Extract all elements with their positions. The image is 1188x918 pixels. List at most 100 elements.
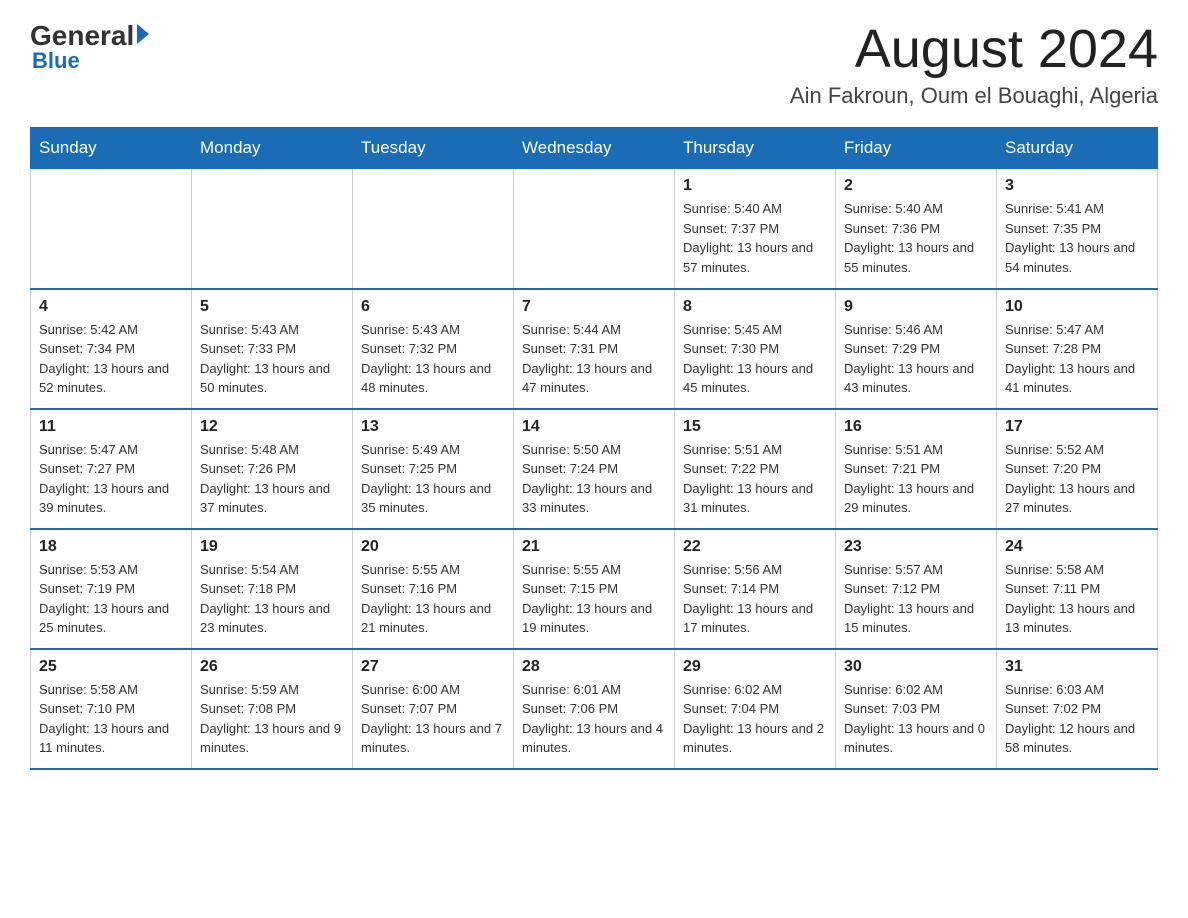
day-info: Sunrise: 5:52 AM Sunset: 7:20 PM Dayligh… bbox=[1005, 440, 1149, 518]
day-cell: 14 Sunrise: 5:50 AM Sunset: 7:24 PM Dayli… bbox=[514, 409, 675, 529]
week-row-5: 25Sunrise: 5:58 AM Sunset: 7:10 PM Dayli… bbox=[31, 649, 1158, 769]
day-cell: 22Sunrise: 5:56 AM Sunset: 7:14 PM Dayli… bbox=[675, 529, 836, 649]
day-number: 5 bbox=[200, 298, 344, 316]
header-sunday: Sunday bbox=[31, 128, 192, 169]
day-number: 4 bbox=[39, 298, 183, 316]
day-cell: 3Sunrise: 5:41 AM Sunset: 7:35 PM Daylig… bbox=[997, 169, 1158, 289]
day-number: 12 bbox=[200, 418, 344, 436]
day-info: Sunrise: 5:48 AM Sunset: 7:26 PM Dayligh… bbox=[200, 440, 344, 518]
week-row-4: 18 Sunrise: 5:53 AM Sunset: 7:19 PM Dayli… bbox=[31, 529, 1158, 649]
day-number: 13 bbox=[361, 418, 505, 436]
day-info: Sunrise: 5:44 AM Sunset: 7:31 PM Dayligh… bbox=[522, 320, 666, 398]
page-header: General Blue August 2024 Ain Fakroun, Ou… bbox=[30, 20, 1158, 109]
day-info: Sunrise: 5:57 AM Sunset: 7:12 PM Dayligh… bbox=[844, 560, 988, 638]
day-cell: 17 Sunrise: 5:52 AM Sunset: 7:20 PM Dayli… bbox=[997, 409, 1158, 529]
header-wednesday: Wednesday bbox=[514, 128, 675, 169]
day-info: Sunrise: 5:51 AM Sunset: 7:21 PM Dayligh… bbox=[844, 440, 988, 518]
day-cell: 1 Sunrise: 5:40 AM Sunset: 7:37 PM Daylig… bbox=[675, 169, 836, 289]
day-cell: 2 Sunrise: 5:40 AM Sunset: 7:36 PM Daylig… bbox=[836, 169, 997, 289]
header-monday: Monday bbox=[192, 128, 353, 169]
day-info: Sunrise: 5:55 AM Sunset: 7:15 PM Dayligh… bbox=[522, 560, 666, 638]
day-info: Sunrise: 5:53 AM Sunset: 7:19 PM Dayligh… bbox=[39, 560, 183, 638]
day-info: Sunrise: 5:51 AM Sunset: 7:22 PM Dayligh… bbox=[683, 440, 827, 518]
day-number: 1 bbox=[683, 177, 827, 195]
day-cell: 27 Sunrise: 6:00 AM Sunset: 7:07 PM Dayli… bbox=[353, 649, 514, 769]
day-cell: 19 Sunrise: 5:54 AM Sunset: 7:18 PM Dayli… bbox=[192, 529, 353, 649]
day-info: Sunrise: 5:55 AM Sunset: 7:16 PM Dayligh… bbox=[361, 560, 505, 638]
day-number: 24 bbox=[1005, 538, 1149, 556]
day-number: 30 bbox=[844, 658, 988, 676]
day-cell: 7 Sunrise: 5:44 AM Sunset: 7:31 PM Daylig… bbox=[514, 289, 675, 409]
calendar-table: SundayMondayTuesdayWednesdayThursdayFrid… bbox=[30, 127, 1158, 770]
day-cell: 6 Sunrise: 5:43 AM Sunset: 7:32 PM Daylig… bbox=[353, 289, 514, 409]
day-info: Sunrise: 5:43 AM Sunset: 7:33 PM Dayligh… bbox=[200, 320, 344, 398]
day-info: Sunrise: 5:40 AM Sunset: 7:36 PM Dayligh… bbox=[844, 199, 988, 277]
day-number: 18 bbox=[39, 538, 183, 556]
day-number: 27 bbox=[361, 658, 505, 676]
day-cell: 21 Sunrise: 5:55 AM Sunset: 7:15 PM Dayli… bbox=[514, 529, 675, 649]
title-block: August 2024 Ain Fakroun, Oum el Bouaghi,… bbox=[790, 20, 1158, 109]
day-number: 26 bbox=[200, 658, 344, 676]
day-info: Sunrise: 5:47 AM Sunset: 7:27 PM Dayligh… bbox=[39, 440, 183, 518]
day-info: Sunrise: 6:02 AM Sunset: 7:03 PM Dayligh… bbox=[844, 680, 988, 758]
day-number: 23 bbox=[844, 538, 988, 556]
day-number: 28 bbox=[522, 658, 666, 676]
day-number: 20 bbox=[361, 538, 505, 556]
day-info: Sunrise: 5:56 AM Sunset: 7:14 PM Dayligh… bbox=[683, 560, 827, 638]
day-info: Sunrise: 5:54 AM Sunset: 7:18 PM Dayligh… bbox=[200, 560, 344, 638]
day-cell: 20 Sunrise: 5:55 AM Sunset: 7:16 PM Dayli… bbox=[353, 529, 514, 649]
day-cell: 24 Sunrise: 5:58 AM Sunset: 7:11 PM Dayli… bbox=[997, 529, 1158, 649]
day-info: Sunrise: 5:43 AM Sunset: 7:32 PM Dayligh… bbox=[361, 320, 505, 398]
day-info: Sunrise: 6:03 AM Sunset: 7:02 PM Dayligh… bbox=[1005, 680, 1149, 758]
day-cell bbox=[514, 169, 675, 289]
day-cell: 30 Sunrise: 6:02 AM Sunset: 7:03 PM Dayli… bbox=[836, 649, 997, 769]
day-cell: 11Sunrise: 5:47 AM Sunset: 7:27 PM Dayli… bbox=[31, 409, 192, 529]
day-cell: 4Sunrise: 5:42 AM Sunset: 7:34 PM Daylig… bbox=[31, 289, 192, 409]
day-cell: 8 Sunrise: 5:45 AM Sunset: 7:30 PM Daylig… bbox=[675, 289, 836, 409]
day-number: 17 bbox=[1005, 418, 1149, 436]
day-number: 2 bbox=[844, 177, 988, 195]
week-row-1: 1 Sunrise: 5:40 AM Sunset: 7:37 PM Daylig… bbox=[31, 169, 1158, 289]
day-info: Sunrise: 5:47 AM Sunset: 7:28 PM Dayligh… bbox=[1005, 320, 1149, 398]
day-cell: 29Sunrise: 6:02 AM Sunset: 7:04 PM Dayli… bbox=[675, 649, 836, 769]
logo-blue-text: Blue bbox=[32, 48, 80, 74]
day-info: Sunrise: 5:45 AM Sunset: 7:30 PM Dayligh… bbox=[683, 320, 827, 398]
month-title: August 2024 bbox=[790, 20, 1158, 79]
day-cell: 31Sunrise: 6:03 AM Sunset: 7:02 PM Dayli… bbox=[997, 649, 1158, 769]
day-cell: 16Sunrise: 5:51 AM Sunset: 7:21 PM Dayli… bbox=[836, 409, 997, 529]
day-cell: 26 Sunrise: 5:59 AM Sunset: 7:08 PM Dayli… bbox=[192, 649, 353, 769]
day-cell: 9 Sunrise: 5:46 AM Sunset: 7:29 PM Daylig… bbox=[836, 289, 997, 409]
header-saturday: Saturday bbox=[997, 128, 1158, 169]
day-number: 8 bbox=[683, 298, 827, 316]
day-number: 7 bbox=[522, 298, 666, 316]
day-number: 3 bbox=[1005, 177, 1149, 195]
day-number: 14 bbox=[522, 418, 666, 436]
day-info: Sunrise: 5:59 AM Sunset: 7:08 PM Dayligh… bbox=[200, 680, 344, 758]
day-info: Sunrise: 5:49 AM Sunset: 7:25 PM Dayligh… bbox=[361, 440, 505, 518]
day-info: Sunrise: 6:02 AM Sunset: 7:04 PM Dayligh… bbox=[683, 680, 827, 758]
day-number: 25 bbox=[39, 658, 183, 676]
day-cell: 12 Sunrise: 5:48 AM Sunset: 7:26 PM Dayli… bbox=[192, 409, 353, 529]
location-title: Ain Fakroun, Oum el Bouaghi, Algeria bbox=[790, 83, 1158, 109]
day-info: Sunrise: 5:40 AM Sunset: 7:37 PM Dayligh… bbox=[683, 199, 827, 277]
day-info: Sunrise: 5:58 AM Sunset: 7:11 PM Dayligh… bbox=[1005, 560, 1149, 638]
day-info: Sunrise: 6:01 AM Sunset: 7:06 PM Dayligh… bbox=[522, 680, 666, 758]
day-number: 6 bbox=[361, 298, 505, 316]
day-number: 10 bbox=[1005, 298, 1149, 316]
day-cell: 25Sunrise: 5:58 AM Sunset: 7:10 PM Dayli… bbox=[31, 649, 192, 769]
header-friday: Friday bbox=[836, 128, 997, 169]
day-cell: 10 Sunrise: 5:47 AM Sunset: 7:28 PM Dayli… bbox=[997, 289, 1158, 409]
day-info: Sunrise: 5:46 AM Sunset: 7:29 PM Dayligh… bbox=[844, 320, 988, 398]
header-thursday: Thursday bbox=[675, 128, 836, 169]
day-info: Sunrise: 5:50 AM Sunset: 7:24 PM Dayligh… bbox=[522, 440, 666, 518]
week-row-3: 11Sunrise: 5:47 AM Sunset: 7:27 PM Dayli… bbox=[31, 409, 1158, 529]
day-info: Sunrise: 6:00 AM Sunset: 7:07 PM Dayligh… bbox=[361, 680, 505, 758]
day-number: 21 bbox=[522, 538, 666, 556]
day-number: 19 bbox=[200, 538, 344, 556]
day-cell bbox=[192, 169, 353, 289]
day-cell: 28 Sunrise: 6:01 AM Sunset: 7:06 PM Dayli… bbox=[514, 649, 675, 769]
day-number: 9 bbox=[844, 298, 988, 316]
day-cell: 23 Sunrise: 5:57 AM Sunset: 7:12 PM Dayli… bbox=[836, 529, 997, 649]
day-cell bbox=[31, 169, 192, 289]
day-cell bbox=[353, 169, 514, 289]
